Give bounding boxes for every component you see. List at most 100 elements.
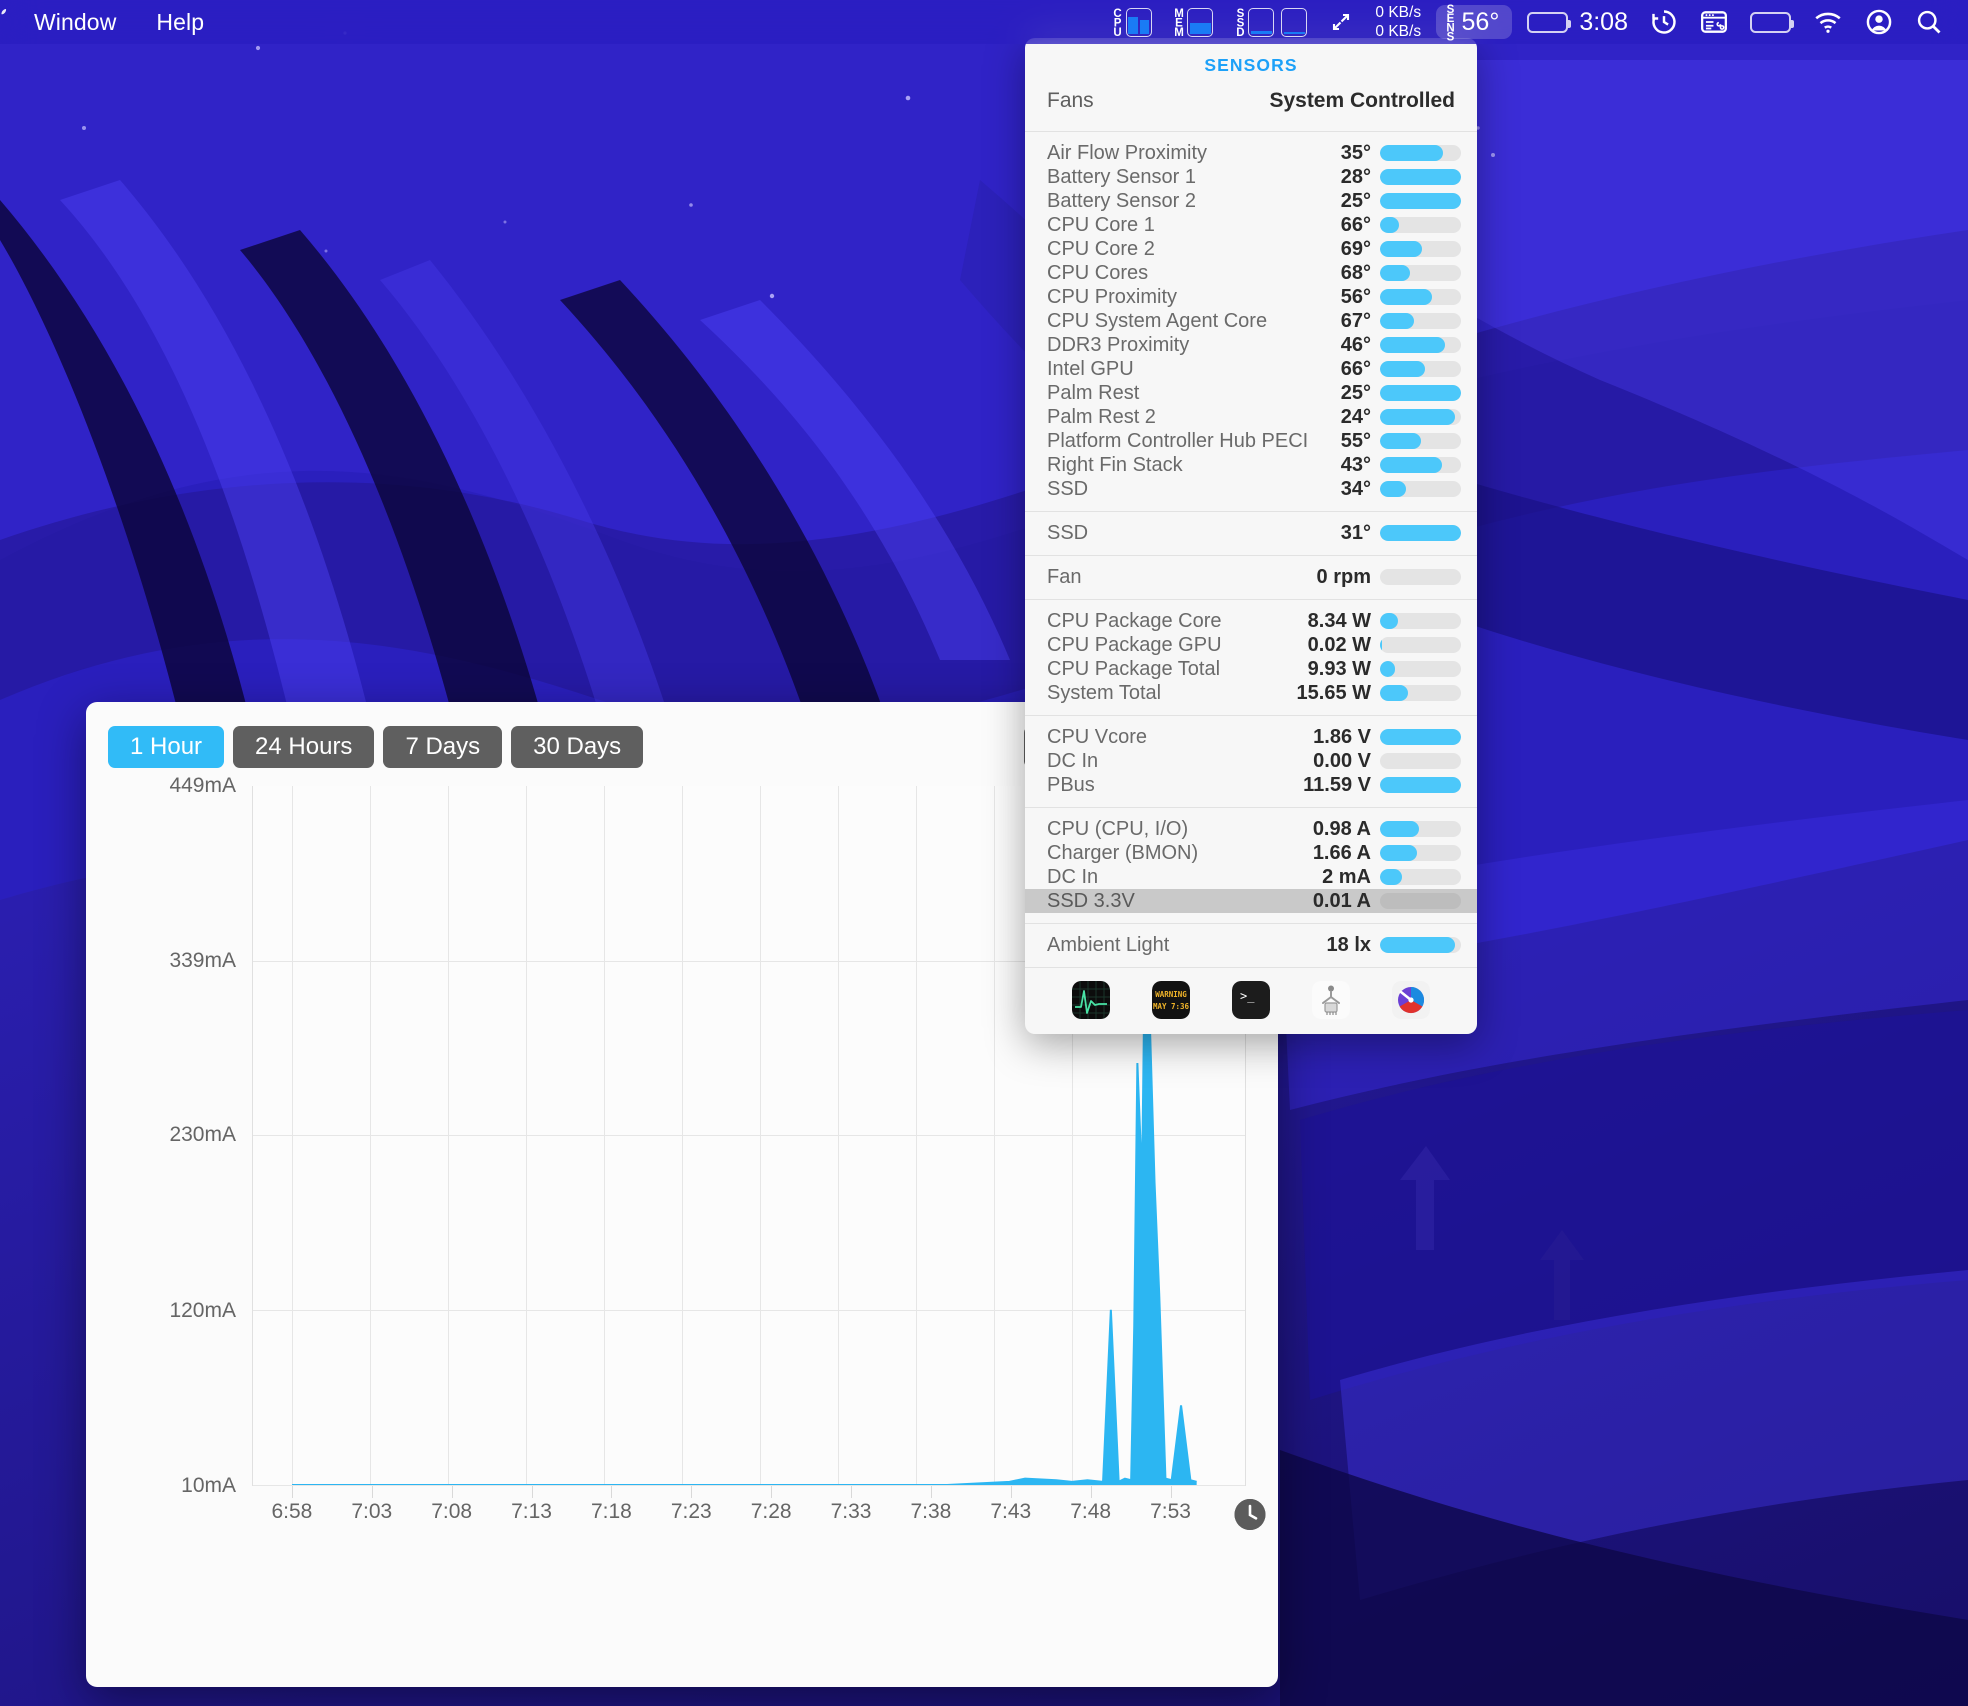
sensor-row[interactable]: CPU Vcore1.86 V bbox=[1025, 725, 1477, 749]
sensor-row-value: 1.66 A bbox=[1313, 842, 1371, 865]
sensor-row[interactable]: DC In2 mA bbox=[1025, 865, 1477, 889]
status-battery-right[interactable] bbox=[1739, 0, 1802, 44]
status-network-arrows[interactable] bbox=[1318, 0, 1364, 44]
status-cpu-monitor[interactable]: CPU bbox=[1101, 0, 1162, 44]
status-account[interactable] bbox=[1854, 0, 1904, 44]
activity-monitor-icon[interactable] bbox=[1072, 981, 1110, 1019]
sensor-row[interactable]: CPU Core 166° bbox=[1025, 213, 1477, 237]
range-button-24-hours[interactable]: 24 Hours bbox=[233, 726, 374, 768]
sensor-row[interactable]: SSD34° bbox=[1025, 477, 1477, 501]
x-axis-tick bbox=[1011, 1486, 1012, 1498]
x-axis-tick bbox=[372, 1486, 373, 1498]
sensor-row[interactable]: DC In0.00 V bbox=[1025, 749, 1477, 773]
status-network-speed[interactable]: 0 KB/s 0 KB/s bbox=[1364, 0, 1432, 44]
sensor-row[interactable]: DDR3 Proximity46° bbox=[1025, 333, 1477, 357]
status-ssd-monitor[interactable]: SSD bbox=[1224, 0, 1318, 44]
disk-gauge-icon[interactable] bbox=[1392, 981, 1430, 1019]
sensor-row[interactable]: CPU Proximity56° bbox=[1025, 285, 1477, 309]
terminal-icon[interactable]: >_ bbox=[1232, 981, 1270, 1019]
x-axis-tick-label: 7:23 bbox=[671, 1500, 712, 1524]
x-axis-tick-label: 6:58 bbox=[271, 1500, 312, 1524]
sensor-row[interactable]: Battery Sensor 128° bbox=[1025, 165, 1477, 189]
sensor-row[interactable]: CPU Package GPU0.02 W bbox=[1025, 633, 1477, 657]
sensor-row[interactable]: Battery Sensor 225° bbox=[1025, 189, 1477, 213]
sensor-row[interactable]: Air Flow Proximity35° bbox=[1025, 141, 1477, 165]
status-memory-monitor[interactable]: MEM bbox=[1163, 0, 1224, 44]
range-button-7-days[interactable]: 7 Days bbox=[383, 726, 502, 768]
sensor-row[interactable]: CPU Package Total9.93 W bbox=[1025, 657, 1477, 681]
sensor-row-label: CPU Package GPU bbox=[1047, 634, 1308, 657]
x-axis-tick bbox=[771, 1486, 772, 1498]
sensor-section-light: Ambient Light18 lx bbox=[1025, 924, 1477, 967]
sensor-row-label: PBus bbox=[1047, 774, 1303, 797]
sensor-row-bar bbox=[1380, 145, 1461, 161]
status-battery-and-clock[interactable]: 3:08 bbox=[1516, 0, 1639, 44]
apple-menu-icon[interactable] bbox=[0, 7, 14, 38]
sensor-row-bar bbox=[1380, 481, 1461, 497]
sensor-row[interactable]: Palm Rest 224° bbox=[1025, 405, 1477, 429]
status-spotlight-search[interactable] bbox=[1904, 0, 1954, 44]
wifi-icon bbox=[1813, 10, 1843, 34]
sensor-row-label: CPU Package Total bbox=[1047, 658, 1308, 681]
status-wifi[interactable] bbox=[1802, 0, 1854, 44]
sensor-row[interactable]: CPU System Agent Core67° bbox=[1025, 309, 1477, 333]
sensor-row[interactable]: Palm Rest25° bbox=[1025, 381, 1477, 405]
sensor-row-value: 11.59 V bbox=[1303, 774, 1371, 797]
x-axis-tick bbox=[931, 1486, 932, 1498]
sensor-row-bar bbox=[1380, 525, 1461, 541]
sensor-row-bar bbox=[1380, 937, 1461, 953]
menu-window[interactable]: Window bbox=[14, 0, 136, 44]
status-time-machine[interactable] bbox=[1639, 0, 1689, 44]
sensor-row-label: SSD bbox=[1047, 522, 1341, 545]
sensor-row-value: 67° bbox=[1341, 310, 1371, 333]
sensor-row[interactable]: SSD 3.3V0.01 A bbox=[1025, 889, 1477, 913]
menu-help[interactable]: Help bbox=[136, 0, 224, 44]
range-button-30-days[interactable]: 30 Days bbox=[511, 726, 643, 768]
sensor-row[interactable]: CPU Core 269° bbox=[1025, 237, 1477, 261]
status-sensors-badge[interactable]: SENS 56° bbox=[1436, 5, 1512, 39]
warning-clock-icon[interactable]: WARNINGMAY 7:36 bbox=[1152, 981, 1190, 1019]
x-axis-labels: 6:587:037:087:137:187:237:287:337:387:43… bbox=[252, 1486, 1268, 1546]
sensor-row[interactable]: Platform Controller Hub PECI55° bbox=[1025, 429, 1477, 453]
sensor-row-value: 68° bbox=[1341, 262, 1371, 285]
x-axis-tick bbox=[532, 1486, 533, 1498]
sensor-row-label: Platform Controller Hub PECI bbox=[1047, 430, 1341, 453]
range-button-1-hour[interactable]: 1 Hour bbox=[108, 726, 224, 768]
battery-icon bbox=[1527, 12, 1568, 33]
sensor-row-value: 46° bbox=[1341, 334, 1371, 357]
sensor-row[interactable]: Right Fin Stack43° bbox=[1025, 453, 1477, 477]
x-axis-tick-label: 7:48 bbox=[1070, 1500, 1111, 1524]
fans-summary-row[interactable]: Fans System Controlled bbox=[1025, 87, 1477, 131]
x-axis-tick bbox=[452, 1486, 453, 1498]
sensor-row[interactable]: CPU Cores68° bbox=[1025, 261, 1477, 285]
sensor-row-value: 8.34 W bbox=[1308, 610, 1371, 633]
search-icon bbox=[1915, 8, 1943, 36]
sensor-row-bar bbox=[1380, 169, 1461, 185]
sensor-row-bar bbox=[1380, 361, 1461, 377]
sensors-dropdown-panel: SENSORS Fans System Controlled Air Flow … bbox=[1025, 38, 1477, 1034]
x-axis-tick-label: 7:18 bbox=[591, 1500, 632, 1524]
battery-right-icon bbox=[1750, 12, 1791, 33]
sensor-section-fan-speed: Fan0 rpm bbox=[1025, 556, 1477, 599]
sensor-row[interactable]: Intel GPU66° bbox=[1025, 357, 1477, 381]
svg-text:WARNING: WARNING bbox=[1155, 990, 1187, 999]
sensor-row[interactable]: CPU Package Core8.34 W bbox=[1025, 609, 1477, 633]
sensor-row-bar bbox=[1380, 457, 1461, 473]
x-axis-tick bbox=[1091, 1486, 1092, 1498]
status-keyboard-shortcuts[interactable] bbox=[1689, 0, 1739, 44]
sensor-row-bar bbox=[1380, 409, 1461, 425]
sensor-row[interactable]: System Total15.65 W bbox=[1025, 681, 1477, 705]
sensor-probe-icon[interactable] bbox=[1312, 981, 1350, 1019]
sensor-row[interactable]: CPU (CPU, I/O)0.98 A bbox=[1025, 817, 1477, 841]
sensor-row[interactable]: Ambient Light18 lx bbox=[1025, 933, 1477, 957]
sensor-row[interactable]: Fan0 rpm bbox=[1025, 565, 1477, 589]
mem-label: MEM bbox=[1174, 8, 1183, 37]
sensor-row[interactable]: PBus11.59 V bbox=[1025, 773, 1477, 797]
cpu-label: CPU bbox=[1112, 8, 1121, 37]
sensor-row-label: CPU (CPU, I/O) bbox=[1047, 818, 1313, 841]
sensor-row[interactable]: Charger (BMON)1.66 A bbox=[1025, 841, 1477, 865]
sensor-row[interactable]: SSD31° bbox=[1025, 521, 1477, 545]
sensor-row-value: 1.86 V bbox=[1313, 726, 1371, 749]
clock-icon[interactable] bbox=[1235, 1499, 1266, 1530]
y-axis-tick-label: 449mA bbox=[169, 774, 236, 798]
